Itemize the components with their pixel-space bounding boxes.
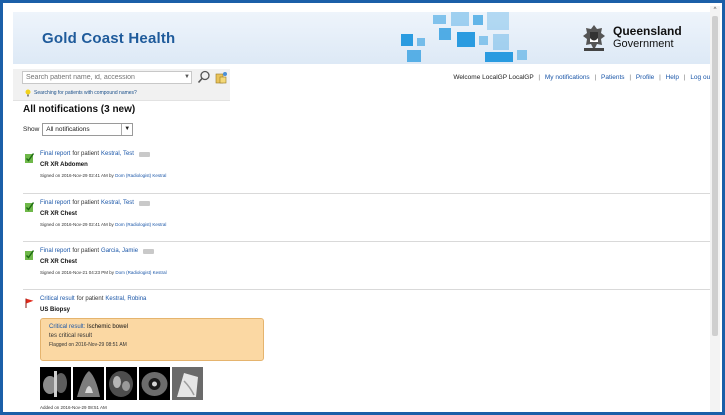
scan-image-icon [77, 371, 100, 397]
brand-logo-text[interactable]: Gold Coast Health [42, 30, 175, 47]
nav-help[interactable]: Help [666, 74, 679, 81]
search-icon[interactable] [197, 70, 211, 84]
final-report-link[interactable]: Final report [40, 151, 70, 157]
study-name: CR XR Chest [40, 259, 78, 265]
scan-image-icon [177, 373, 198, 397]
image-thumbnail[interactable] [40, 367, 71, 400]
patient-link[interactable]: Kestral, Test [101, 200, 134, 206]
image-thumbnail[interactable] [172, 367, 203, 400]
scroll-thumb[interactable] [712, 16, 718, 336]
filter-selected-value: All notifications [46, 126, 90, 133]
image-thumbnail[interactable] [106, 367, 137, 400]
image-thumbnail[interactable] [73, 367, 104, 400]
new-tag-icon [138, 200, 150, 206]
critical-notification-item: Critical result for patient Kestral, Rob… [23, 289, 712, 412]
critical-result-box: Critical result: Ischemic bowel tes crit… [40, 318, 264, 361]
top-navigation: Welcome LocalGP LocalGP | My notificatio… [453, 74, 712, 81]
patient-link[interactable]: Kestral, Robina [105, 296, 146, 302]
signer-link[interactable]: Dom (Radiologist) Kestral [115, 222, 166, 227]
critical-result-note: tes critical result [49, 333, 93, 339]
nav-my-notifications[interactable]: My notifications [545, 74, 590, 81]
scan-image-icon [109, 371, 133, 397]
page: Gold Coast Health Queensland Government … [13, 6, 716, 412]
green-check-icon [25, 153, 34, 163]
red-flag-icon [25, 298, 34, 308]
green-check-icon [25, 202, 34, 212]
page-scrollbar[interactable]: ^ [710, 6, 720, 412]
patient-link[interactable]: Garcia, Jamie [101, 248, 138, 254]
patient-search-input[interactable] [22, 71, 192, 84]
new-tag-icon [143, 248, 155, 254]
search-options-icon[interactable] [214, 71, 228, 85]
for-patient-text: for patient [72, 200, 100, 206]
gov-title: Queensland [613, 24, 682, 38]
nav-profile[interactable]: Profile [636, 74, 654, 81]
signer-link[interactable]: Dom (Radiologist) Kestral [115, 270, 166, 275]
welcome-text: Welcome LocalGP LocalGP [453, 74, 534, 81]
filter-label: Show [23, 126, 40, 133]
green-check-icon [25, 250, 34, 260]
page-title: All notifications (3 new) [23, 104, 136, 115]
divider [23, 241, 712, 242]
notification-item: Final report for patient Kestral, Test C… [23, 150, 712, 186]
image-thumbnails [40, 367, 203, 400]
signed-info: Signed on 2016-Nov-29 02:41 AM by Dom (R… [40, 173, 167, 178]
added-date: Added on 2016-Nov-29 08:51 AM [40, 405, 107, 410]
notification-item: Final report for patient Garcia, Jamie C… [23, 241, 712, 283]
search-panel: ▼ Searching for patients with compound n… [13, 69, 230, 101]
notification-item: Final report for patient Kestral, Test C… [23, 193, 712, 235]
notification-filter-select[interactable]: All notifications ▼ [42, 123, 134, 136]
signed-info: Signed on 2016-Nov-29 02:41 AM by Dom (R… [40, 222, 167, 227]
study-name: US Biopsy [40, 307, 71, 313]
nav-patients[interactable]: Patients [601, 74, 625, 81]
scan-image-icon [141, 372, 168, 396]
study-name: CR XR Abdomen [40, 162, 88, 168]
critical-result-value: Ischemic bowel [87, 324, 129, 330]
chevron-up-icon[interactable]: ^ [711, 6, 719, 14]
browser-window: Gold Coast Health Queensland Government … [0, 0, 725, 415]
signer-link[interactable]: Dom (Radiologist) Kestral [115, 173, 166, 178]
decorative-tiles [373, 12, 573, 64]
patient-link[interactable]: Kestral, Test [101, 151, 134, 157]
chevron-down-icon[interactable]: ▼ [121, 124, 132, 135]
compound-name-hint[interactable]: Searching for patients with compound nam… [25, 89, 137, 97]
image-thumbnail[interactable] [139, 367, 170, 400]
final-report-link[interactable]: Final report [40, 248, 70, 254]
critical-result-link[interactable]: Critical result [40, 296, 75, 302]
for-patient-text: for patient [72, 151, 100, 157]
for-patient-text: for patient [76, 296, 104, 302]
header-banner: Gold Coast Health Queensland Government [13, 12, 716, 64]
divider [23, 289, 712, 290]
gov-subtitle: Government [613, 38, 674, 50]
notification-filter: Show All notifications ▼ [23, 123, 134, 136]
flagged-date: Flagged on 2016-Nov-29 08:51 AM [49, 342, 127, 348]
final-report-link[interactable]: Final report [40, 200, 70, 206]
signed-info: Signed on 2016-Nov-21 04:23 PM by Dom (R… [40, 270, 167, 275]
divider [23, 193, 712, 194]
new-tag-icon [138, 151, 150, 157]
queensland-crest-icon [583, 25, 605, 51]
lightbulb-icon [25, 89, 31, 97]
nav-log-out[interactable]: Log out [690, 74, 712, 81]
for-patient-text: for patient [72, 248, 100, 254]
search-dropdown-caret-icon[interactable]: ▼ [184, 74, 190, 80]
scan-image-icon [43, 371, 67, 397]
critical-result-label: Critical result: [49, 324, 86, 330]
study-name: CR XR Chest [40, 211, 78, 217]
hint-text[interactable]: Searching for patients with compound nam… [34, 90, 137, 96]
